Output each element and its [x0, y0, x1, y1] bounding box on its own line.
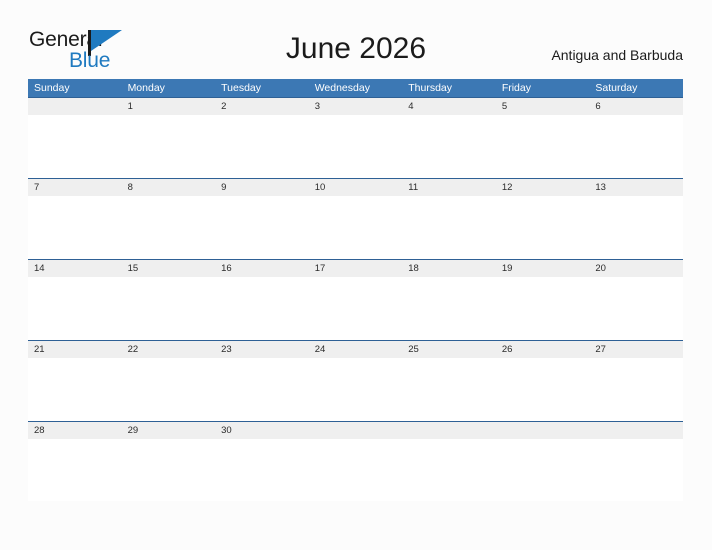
week-row: 7 8 9 10 11 12 13: [28, 178, 683, 259]
day-cell[interactable]: 21: [28, 341, 122, 358]
day-cell[interactable]: 9: [215, 179, 309, 196]
day-cell[interactable]: 10: [309, 179, 403, 196]
week-date-band: 1 2 3 4 5 6: [28, 97, 683, 115]
week-date-band: 14 15 16 17 18 19 20: [28, 259, 683, 277]
day-cell[interactable]: 24: [309, 341, 403, 358]
week-date-band: 28 29 30: [28, 421, 683, 439]
week-row: 1 2 3 4 5 6: [28, 97, 683, 178]
day-cell[interactable]: 23: [215, 341, 309, 358]
day-cell[interactable]: 14: [28, 260, 122, 277]
day-cell[interactable]: [589, 422, 683, 439]
day-cell[interactable]: 27: [589, 341, 683, 358]
day-cell[interactable]: [309, 422, 403, 439]
week-note-area[interactable]: [28, 358, 683, 421]
day-cell[interactable]: 18: [402, 260, 496, 277]
week-date-band: 7 8 9 10 11 12 13: [28, 178, 683, 196]
day-cell[interactable]: 22: [122, 341, 216, 358]
day-cell[interactable]: 19: [496, 260, 590, 277]
day-cell[interactable]: 29: [122, 422, 216, 439]
day-cell[interactable]: 7: [28, 179, 122, 196]
calendar-grid: Sunday Monday Tuesday Wednesday Thursday…: [28, 79, 683, 502]
day-cell[interactable]: 20: [589, 260, 683, 277]
day-cell[interactable]: 2: [215, 98, 309, 115]
weekday-header-monday: Monday: [127, 82, 165, 94]
day-cell[interactable]: 17: [309, 260, 403, 277]
weekday-header-thursday: Thursday: [408, 82, 453, 94]
day-cell[interactable]: 11: [402, 179, 496, 196]
day-cell[interactable]: 1: [122, 98, 216, 115]
weekday-header-tuesday: Tuesday: [221, 82, 262, 94]
day-cell[interactable]: 13: [589, 179, 683, 196]
week-note-area[interactable]: [28, 115, 683, 178]
week-note-area[interactable]: [28, 439, 683, 501]
week-note-area[interactable]: [28, 196, 683, 259]
day-cell[interactable]: 3: [309, 98, 403, 115]
weekday-header-row: Sunday Monday Tuesday Wednesday Thursday…: [28, 79, 683, 97]
week-row: 14 15 16 17 18 19 20: [28, 259, 683, 340]
day-cell[interactable]: 28: [28, 422, 122, 439]
day-cell[interactable]: 4: [402, 98, 496, 115]
weekday-header-wednesday: Wednesday: [314, 82, 370, 94]
weekday-header-friday: Friday: [501, 82, 531, 94]
day-cell[interactable]: 15: [122, 260, 216, 277]
week-note-area[interactable]: [28, 277, 683, 340]
week-date-band: 21 22 23 24 25 26 27: [28, 340, 683, 358]
day-cell[interactable]: 25: [402, 341, 496, 358]
day-cell[interactable]: [496, 422, 590, 439]
week-row: 28 29 30: [28, 421, 683, 502]
day-cell[interactable]: 26: [496, 341, 590, 358]
day-cell[interactable]: [402, 422, 496, 439]
day-cell[interactable]: [28, 98, 122, 115]
week-row: 21 22 23 24 25 26 27: [28, 340, 683, 421]
day-cell[interactable]: 5: [496, 98, 590, 115]
weekday-header-saturday: Saturday: [595, 82, 638, 94]
day-cell[interactable]: 6: [589, 98, 683, 115]
page-header: General Blue June 2026 Antigua and Barbu…: [0, 0, 712, 78]
weekday-header-sunday: Sunday: [34, 82, 70, 94]
day-cell[interactable]: 16: [215, 260, 309, 277]
day-cell[interactable]: 30: [215, 422, 309, 439]
day-cell[interactable]: 8: [122, 179, 216, 196]
locale-label: Antigua and Barbuda: [551, 47, 683, 63]
day-cell[interactable]: 12: [496, 179, 590, 196]
